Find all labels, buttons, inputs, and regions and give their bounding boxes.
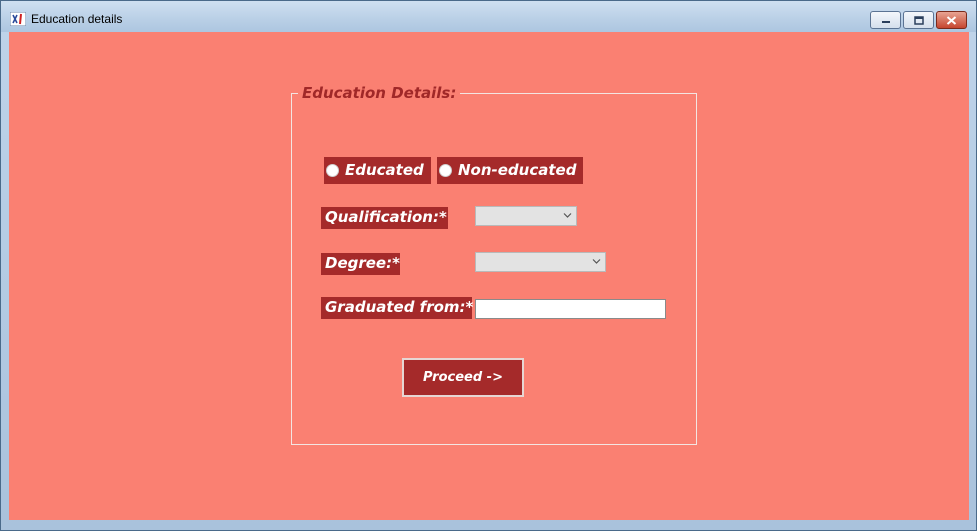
minimize-icon: [881, 21, 890, 23]
window-controls: [870, 11, 967, 29]
degree-label: Degree:*: [321, 253, 400, 275]
qualification-label: Qualification:*: [321, 207, 448, 229]
group-title: Education Details:: [302, 84, 457, 102]
chevron-down-icon: [563, 213, 572, 218]
close-button[interactable]: [936, 11, 967, 29]
title-bar[interactable]: Education details: [1, 1, 976, 32]
form-area: Education Details: Educated Non-educated…: [9, 32, 969, 520]
radio-non-educated-label: Non-educated: [458, 161, 577, 179]
qualification-select[interactable]: [475, 206, 577, 226]
radio-non-educated[interactable]: Non-educated: [437, 157, 584, 184]
maximize-icon: [913, 15, 924, 25]
degree-select[interactable]: [475, 252, 606, 272]
app-window: Education details Education Details: Edu…: [0, 0, 977, 531]
chevron-down-icon: [592, 259, 601, 264]
radio-educated[interactable]: Educated: [324, 157, 431, 184]
proceed-button[interactable]: Proceed ->: [402, 358, 524, 397]
graduated-from-label: Graduated from:*: [321, 297, 473, 319]
app-icon: [10, 12, 26, 26]
graduated-from-field[interactable]: [475, 299, 666, 319]
radio-educated-label: Educated: [345, 161, 424, 179]
close-icon: [946, 15, 957, 25]
radio-indicator: [439, 164, 452, 177]
minimize-button[interactable]: [870, 11, 901, 29]
radio-indicator: [326, 164, 339, 177]
window-title: Education details: [31, 12, 123, 26]
maximize-button[interactable]: [903, 11, 934, 29]
